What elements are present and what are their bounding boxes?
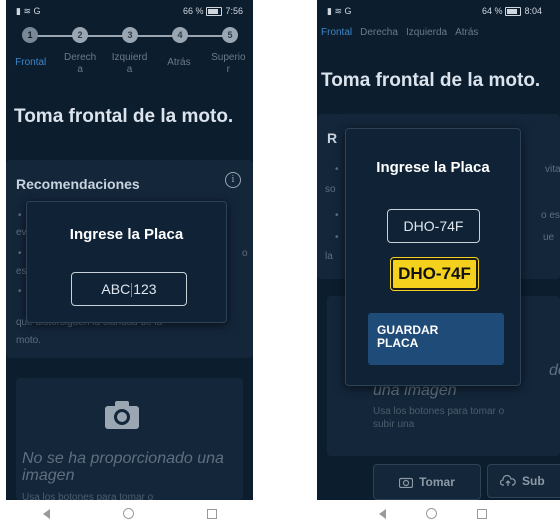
no-image-text: No se ha proporcionado una imagen xyxy=(22,450,224,484)
rec-fragment: so xyxy=(325,184,336,195)
no-image-text: do xyxy=(549,362,560,379)
tab-derecha[interactable]: Derecha xyxy=(360,22,398,42)
nav-home-icon[interactable] xyxy=(122,508,134,519)
clock: 7:56 xyxy=(225,6,243,16)
system-nav-bar xyxy=(6,500,253,527)
tab-izquierda[interactable]: Izquierda xyxy=(406,22,447,42)
save-label: PLACA xyxy=(377,336,419,350)
battery-icon xyxy=(206,6,223,16)
camera-icon xyxy=(105,401,139,429)
view-tabs: Frontal Derecha Izquierda Atrás xyxy=(317,22,560,42)
dialog-title: Ingrese la Placa xyxy=(376,159,490,176)
rec-fragment: • xyxy=(18,286,22,297)
rec-fragment: ue xyxy=(543,232,555,243)
tab-label: a xyxy=(126,64,133,75)
image-subtext: Usa los botones para tomar o xyxy=(373,406,505,417)
tab-label: a xyxy=(77,64,83,75)
page-title: Toma frontal de la moto. xyxy=(14,106,234,127)
step-2[interactable]: 2 xyxy=(72,27,88,43)
save-label: GUARDAR xyxy=(377,323,439,337)
plate-preview: DHO-74F xyxy=(390,257,479,291)
nav-back-icon[interactable] xyxy=(42,508,50,519)
step-1[interactable]: 1 xyxy=(22,27,38,43)
take-photo-label: Tomar xyxy=(419,475,455,489)
battery-icon xyxy=(505,6,522,16)
tab-label: Superio xyxy=(211,52,246,63)
tab-atras[interactable]: Atrás xyxy=(455,22,478,42)
rec-fragment: vita xyxy=(545,164,560,175)
rec-fragment: o xyxy=(242,248,248,259)
status-icons: ▮ ≋ G xyxy=(16,5,41,16)
tab-atras[interactable]: Atrás xyxy=(154,50,203,84)
rec-fragment: • xyxy=(18,210,22,221)
tab-izquierda[interactable]: Izquierda xyxy=(105,50,154,84)
rec-fragment: moto. xyxy=(16,335,42,346)
upload-label: Sub xyxy=(522,474,545,488)
info-icon[interactable]: i xyxy=(225,172,241,188)
input-text: ABC xyxy=(101,281,131,297)
plate-input[interactable]: DHO-74F xyxy=(387,209,480,243)
plate-input[interactable]: ABC 123 xyxy=(71,272,187,306)
tab-label: Izquierd xyxy=(111,52,148,63)
tab-label: Frontal xyxy=(15,57,47,68)
save-plate-button[interactable]: GUARDAR PLACA xyxy=(368,313,504,365)
upload-button[interactable]: Sub xyxy=(487,464,560,498)
plate-dialog: Ingrese la Placa ABC 123 xyxy=(26,201,227,323)
tab-label: Atrás xyxy=(167,57,191,68)
upload-cloud-icon xyxy=(500,475,516,486)
tab-label: Derech xyxy=(63,52,97,63)
tab-frontal[interactable]: Frontal xyxy=(321,22,352,42)
take-photo-button[interactable]: Tomar xyxy=(373,464,481,500)
image-card: No se ha proporcionado una imagen Usa lo… xyxy=(16,378,243,503)
battery-percent: 66 % xyxy=(182,6,204,16)
phone-screen-1: ▮ ≋ G 66 % 7:56 1 2 3 4 5 Frontal Derech… xyxy=(6,0,253,527)
step-indicator: 1 2 3 4 5 xyxy=(6,22,253,50)
page-title: Toma frontal de la moto. xyxy=(321,70,541,91)
rec-fragment: • xyxy=(335,210,339,221)
rec-fragment: es xyxy=(16,266,27,277)
status-bar: ▮ ≋ G 64 % 8:04 xyxy=(317,0,560,22)
rec-fragment: • xyxy=(335,232,339,243)
step-3[interactable]: 3 xyxy=(122,27,138,43)
dialog-title: Ingrese la Placa xyxy=(69,226,184,243)
recommendations-title: Recomendaciones xyxy=(16,176,140,192)
system-nav-bar xyxy=(317,500,560,527)
recommendations-title: R xyxy=(327,130,338,146)
step-4[interactable]: 4 xyxy=(172,27,188,43)
plate-dialog: Ingrese la Placa DHO-74F DHO-74F GUARDAR… xyxy=(345,128,521,386)
input-text: 123 xyxy=(133,281,157,297)
nav-recent-icon[interactable] xyxy=(477,508,487,519)
camera-icon xyxy=(399,477,414,488)
view-tabs: Frontal Derech a Izquierd a Atrás Superio r xyxy=(6,50,253,84)
nav-recent-icon[interactable] xyxy=(206,508,217,519)
step-5[interactable]: 5 xyxy=(222,27,238,43)
battery-percent: 64 % xyxy=(481,6,503,16)
status-icons: ▮ ≋ G xyxy=(327,5,352,16)
clock: 8:04 xyxy=(524,6,542,16)
rec-fragment: ev xyxy=(16,227,27,238)
phone-screen-2: ▮ ≋ G 64 % 8:04 Frontal Derecha Izquierd… xyxy=(317,0,560,527)
tab-derecha[interactable]: Derecha xyxy=(55,50,104,84)
nav-home-icon[interactable] xyxy=(426,508,437,519)
status-bar: ▮ ≋ G 66 % 7:56 xyxy=(6,0,253,22)
rec-fragment: • xyxy=(18,248,22,259)
tab-frontal[interactable]: Frontal xyxy=(6,50,55,84)
rec-fragment: • xyxy=(335,164,339,175)
nav-back-icon[interactable] xyxy=(379,508,386,519)
rec-fragment: la xyxy=(325,251,333,262)
tab-superior[interactable]: Superio r xyxy=(204,50,253,84)
rec-fragment: o es xyxy=(541,210,560,221)
image-subtext: subir una xyxy=(373,419,415,430)
tab-label: r xyxy=(226,64,230,75)
